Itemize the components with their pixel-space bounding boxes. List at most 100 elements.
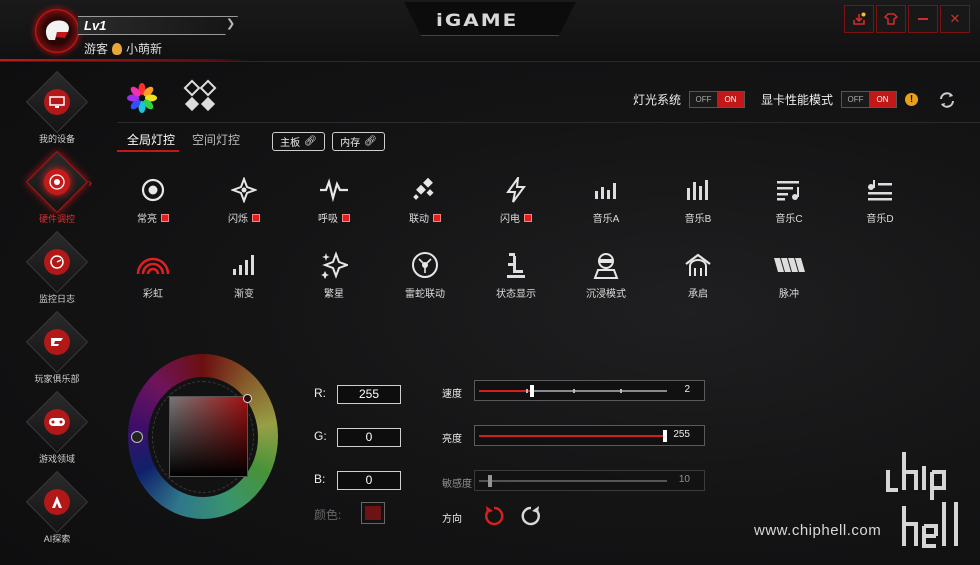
effect-marker — [161, 213, 169, 222]
effect-label: 彩虹 — [143, 289, 163, 300]
effect-steady[interactable]: 常亮 — [108, 175, 198, 225]
peripheral-button[interactable] — [182, 78, 218, 123]
effect-stars[interactable]: 繁星 — [289, 250, 379, 300]
skin-icon — [884, 13, 898, 25]
sidebar-item-label: 游戏领域 — [38, 454, 75, 464]
b-label: B: — [314, 472, 326, 486]
effect-pulse[interactable]: 脉冲 — [744, 250, 834, 300]
speed-track — [479, 385, 667, 397]
toggle-off-label: OFF — [842, 92, 870, 107]
saturation-handle[interactable] — [243, 394, 252, 403]
music-d-icon — [835, 175, 925, 205]
effect-label: 音乐A — [592, 214, 620, 225]
toggle-on-label: ON — [717, 92, 745, 107]
effect-label: 闪烁 — [228, 214, 248, 225]
effect-label: 渐变 — [234, 289, 254, 300]
effect-music-a[interactable]: 音乐A — [561, 175, 651, 225]
close-button[interactable]: ✕ — [940, 5, 970, 33]
motherboard-button[interactable]: 主板 🔗︎ — [272, 132, 325, 151]
effect-link[interactable]: 联动 — [380, 175, 470, 225]
sensitivity-thumb[interactable] — [488, 475, 493, 487]
sidebar-item-monitor-log[interactable]: 监控日志 — [18, 230, 96, 305]
sensitivity-slider[interactable]: 10 — [474, 470, 705, 491]
speed-fill — [479, 390, 530, 392]
speed-slider[interactable]: 2 — [474, 380, 705, 401]
effect-music-b[interactable]: 音乐B — [653, 175, 743, 225]
level-label: Lv1 — [84, 18, 107, 33]
refresh-button[interactable] — [937, 90, 957, 115]
brightness-slider[interactable]: 255 — [474, 425, 705, 446]
sensitivity-fill — [479, 480, 489, 482]
link-icon: 🔗︎ — [364, 136, 377, 147]
warning-icon[interactable]: ! — [905, 93, 919, 106]
effect-label: 承启 — [688, 289, 708, 300]
rotate-ccw-icon — [485, 506, 504, 526]
lighting-toggle[interactable]: OFF ON — [689, 91, 746, 108]
avatar[interactable] — [34, 8, 80, 54]
pulse-icon — [744, 250, 834, 280]
speed-value: 2 — [684, 384, 690, 395]
brightness-thumb[interactable] — [663, 430, 667, 442]
title-accent-line — [0, 59, 250, 61]
active-tab-underline — [117, 150, 179, 152]
b-input[interactable]: 0 — [337, 471, 401, 490]
lighting-toggle-row: 灯光系统 OFF ON — [633, 91, 746, 108]
effect-gradient[interactable]: 渐变 — [199, 250, 289, 300]
notification-button[interactable] — [844, 5, 874, 33]
username: 小萌新 — [126, 42, 163, 56]
brightness-value: 255 — [673, 429, 690, 440]
immersive-icon — [561, 250, 651, 280]
bulb-icon — [112, 42, 123, 55]
effect-breath[interactable]: 呼吸 — [289, 175, 379, 225]
effect-immersive[interactable]: 沉浸模式 — [561, 250, 651, 300]
effect-inherit[interactable]: 承启 — [653, 250, 743, 300]
tab-global-lighting[interactable]: 全局灯控 — [127, 131, 175, 148]
memory-button[interactable]: 内存 🔗︎ — [332, 132, 385, 151]
color-swatch[interactable] — [361, 502, 385, 524]
effect-label: 状态显示 — [496, 289, 536, 300]
effect-music-c[interactable]: 音乐C — [744, 175, 834, 225]
rgb-fan-button[interactable] — [122, 78, 162, 123]
target-icon — [44, 169, 70, 195]
sidebar-item-hardware-control[interactable]: 硬件调控 — [18, 150, 96, 225]
breath-icon — [289, 175, 379, 205]
minimize-icon — [918, 18, 928, 20]
effect-music-d[interactable]: 音乐D — [835, 175, 925, 225]
sidebar-item-label: 玩家俱乐部 — [34, 374, 80, 384]
speed-thumb[interactable] — [529, 385, 534, 397]
close-icon: ✕ — [949, 11, 961, 26]
hue-handle[interactable] — [131, 431, 143, 443]
perf-toggle[interactable]: OFF ON — [841, 91, 898, 108]
sidebar-item-player-club[interactable]: 玩家俱乐部 — [18, 310, 96, 385]
effect-label: 音乐C — [775, 214, 803, 225]
effect-label: 闪电 — [500, 214, 520, 225]
effect-razer[interactable]: 雷蛇联动 — [380, 250, 470, 300]
effect-status[interactable]: 状态显示 — [471, 250, 561, 300]
r-input[interactable]: 255 — [337, 385, 401, 404]
device-icons — [122, 78, 218, 123]
effect-blink[interactable]: 闪烁 — [199, 175, 289, 225]
direction-ccw-button[interactable] — [483, 505, 505, 533]
level-chevron-icon[interactable]: ❯ — [226, 17, 235, 30]
sidebar-item-my-device[interactable]: 我的设备 — [18, 70, 96, 145]
effect-rainbow[interactable]: 彩虹 — [108, 250, 198, 300]
effect-lightning[interactable]: 闪电 — [471, 175, 561, 225]
direction-cw-button[interactable] — [520, 505, 542, 533]
gradient-icon — [199, 250, 289, 280]
minimize-button[interactable] — [908, 5, 938, 33]
helmet-icon — [46, 20, 69, 40]
speed-tick — [573, 389, 575, 393]
color-label: 颜色: — [314, 508, 342, 522]
app-window: Lv1 ❯ 游客 小萌新 iGAME ✕ 我的设备 硬件调控 › 监控日志 玩家… — [0, 0, 980, 565]
motherboard-label: 主板 — [280, 138, 301, 149]
sidebar-item-ai-explore[interactable]: AI探索 — [18, 470, 96, 545]
g-input[interactable]: 0 — [337, 428, 401, 447]
sidebar-item-game-zone[interactable]: 游戏领域 — [18, 390, 96, 465]
user-info: 游客 小萌新 — [84, 40, 162, 57]
igame-logo-icon — [44, 329, 70, 355]
saturation-value-picker[interactable] — [169, 396, 248, 477]
tab-spatial-lighting[interactable]: 空间灯控 — [192, 131, 240, 148]
skin-button[interactable] — [876, 5, 906, 33]
g-label: G: — [314, 429, 327, 443]
effect-label: 繁星 — [324, 289, 344, 300]
